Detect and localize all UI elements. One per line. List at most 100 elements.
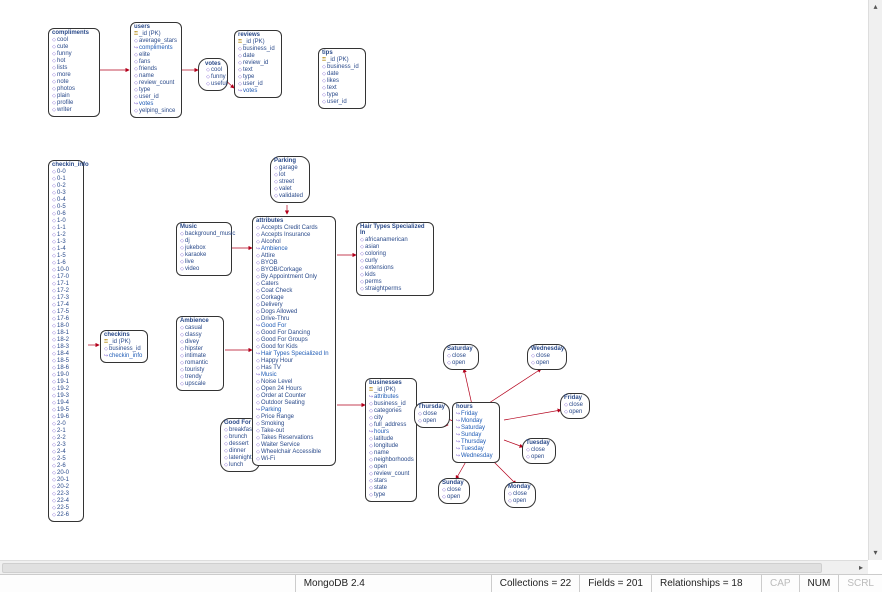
field-row[interactable]: ◇text bbox=[321, 85, 363, 92]
field-row[interactable]: ◇18-4 bbox=[51, 351, 81, 358]
entity-compliments[interactable]: compliments ◇cool◇cute◇funny◇hot◇lists◇m… bbox=[48, 28, 100, 117]
field-row[interactable]: ◇20-1 bbox=[51, 477, 81, 484]
field-row[interactable]: ◇open bbox=[368, 464, 414, 471]
field-row[interactable]: ◇19-1 bbox=[51, 379, 81, 386]
field-row[interactable]: ◇karaoke bbox=[179, 252, 229, 259]
field-row[interactable]: ◇Takes Reservations bbox=[255, 435, 333, 442]
field-row[interactable]: ◇photos bbox=[51, 86, 97, 93]
vertical-scrollbar[interactable]: ▴ ▾ bbox=[868, 0, 882, 560]
scroll-up-icon[interactable]: ▴ bbox=[869, 0, 882, 14]
field-row[interactable]: ↪attributes bbox=[368, 394, 414, 401]
field-row[interactable]: ◇straightperms bbox=[359, 286, 431, 293]
field-row[interactable]: ◇Good For Dancing bbox=[255, 330, 333, 337]
field-row[interactable]: ◇Dogs Allowed bbox=[255, 309, 333, 316]
field-row[interactable]: ↪Hair Types Specialized In bbox=[255, 351, 333, 358]
field-row[interactable]: ◇17-1 bbox=[51, 281, 81, 288]
field-row[interactable]: ↪Good For bbox=[255, 323, 333, 330]
field-row[interactable]: ◇hipster bbox=[179, 346, 221, 353]
field-row[interactable]: ◇1-2 bbox=[51, 232, 81, 239]
field-row[interactable]: ◇Alcohol bbox=[255, 239, 333, 246]
field-row[interactable]: ◇19-0 bbox=[51, 372, 81, 379]
field-row[interactable]: ◇2-5 bbox=[51, 456, 81, 463]
field-row[interactable]: ◇open bbox=[441, 494, 467, 501]
field-row[interactable]: ◇valet bbox=[273, 186, 307, 193]
field-row[interactable]: ◇live bbox=[179, 259, 229, 266]
field-row[interactable]: ↪Music bbox=[255, 372, 333, 379]
entity-tuesday[interactable]: Tuesday ◇close◇open bbox=[522, 438, 556, 464]
field-row[interactable]: ◇fans bbox=[133, 59, 179, 66]
field-row[interactable]: ◇Delivery bbox=[255, 302, 333, 309]
field-row[interactable]: ◇divey bbox=[179, 339, 221, 346]
field-row[interactable]: ◇Open 24 Hours bbox=[255, 386, 333, 393]
field-row[interactable]: ↪votes bbox=[237, 88, 279, 95]
field-row[interactable]: ◇0-2 bbox=[51, 183, 81, 190]
field-row[interactable]: ⚿_id (PK) bbox=[321, 57, 363, 64]
horizontal-scrollbar[interactable]: ▸ bbox=[0, 560, 868, 574]
field-row[interactable]: ◇background_music bbox=[179, 231, 229, 238]
field-row[interactable]: ◇22-6 bbox=[51, 512, 81, 519]
field-row[interactable]: ◇1-5 bbox=[51, 253, 81, 260]
field-row[interactable]: ◇business_id bbox=[321, 64, 363, 71]
field-row[interactable]: ◇trendy bbox=[179, 374, 221, 381]
field-row[interactable]: ◇17-2 bbox=[51, 288, 81, 295]
field-row[interactable]: ◇17-3 bbox=[51, 295, 81, 302]
field-row[interactable]: ◇18-0 bbox=[51, 323, 81, 330]
field-row[interactable]: ◇longitude bbox=[368, 443, 414, 450]
entity-saturday[interactable]: Saturday ◇close◇open bbox=[443, 344, 479, 370]
field-row[interactable]: ◇review_count bbox=[133, 80, 179, 87]
field-row[interactable]: ◇friends bbox=[133, 66, 179, 73]
field-row[interactable]: ◇stars bbox=[368, 478, 414, 485]
field-row[interactable]: ◇close bbox=[507, 491, 533, 498]
field-row[interactable]: ◇Outdoor Seating bbox=[255, 400, 333, 407]
entity-monday[interactable]: Monday ◇close◇open bbox=[504, 482, 536, 508]
field-row[interactable]: ◇user_id bbox=[237, 81, 279, 88]
field-row[interactable]: ◇open bbox=[417, 418, 447, 425]
field-row[interactable]: ↪checkin_info bbox=[103, 353, 145, 360]
field-row[interactable]: ◇22-4 bbox=[51, 498, 81, 505]
field-row[interactable]: ◇useful bbox=[205, 81, 221, 88]
field-row[interactable]: ◇Accepts Insurance bbox=[255, 232, 333, 239]
field-row[interactable]: ◇18-3 bbox=[51, 344, 81, 351]
entity-businesses[interactable]: businesses ⚿_id (PK)↪attributes◇business… bbox=[365, 378, 417, 502]
field-row[interactable]: ◇20-0 bbox=[51, 470, 81, 477]
field-row[interactable]: ◇latitude bbox=[368, 436, 414, 443]
field-row[interactable]: ◇19-2 bbox=[51, 386, 81, 393]
field-row[interactable]: ◇Waiter Service bbox=[255, 442, 333, 449]
field-row[interactable]: ◇0-3 bbox=[51, 190, 81, 197]
field-row[interactable]: ↪Thursday bbox=[455, 439, 497, 446]
entity-attributes[interactable]: attributes ◇Accepts Credit Cards◇Accepts… bbox=[252, 216, 336, 466]
field-row[interactable]: ◇22-5 bbox=[51, 505, 81, 512]
field-row[interactable]: ◇BYOB bbox=[255, 260, 333, 267]
field-row[interactable]: ◇text bbox=[237, 67, 279, 74]
field-row[interactable]: ↪Saturday bbox=[455, 425, 497, 432]
entity-checkins[interactable]: checkins ⚿_id (PK)◇business_id↪checkin_i… bbox=[100, 330, 148, 363]
field-row[interactable]: ◇Good For Groups bbox=[255, 337, 333, 344]
field-row[interactable]: ◇kids bbox=[359, 272, 431, 279]
scroll-thumb[interactable] bbox=[2, 563, 822, 573]
field-row[interactable]: ◇close bbox=[525, 447, 553, 454]
field-row[interactable]: ↪votes bbox=[133, 101, 179, 108]
field-row[interactable]: ◇funny bbox=[205, 74, 221, 81]
field-row[interactable]: ◇19-4 bbox=[51, 400, 81, 407]
field-row[interactable]: ◇profile bbox=[51, 100, 97, 107]
field-row[interactable]: ↪Sunday bbox=[455, 432, 497, 439]
field-row[interactable]: ◇17-4 bbox=[51, 302, 81, 309]
field-row[interactable]: ◇20-2 bbox=[51, 484, 81, 491]
field-row[interactable]: ◇open bbox=[563, 409, 587, 416]
entity-wednesday[interactable]: Wednesday ◇close◇open bbox=[527, 344, 567, 370]
field-row[interactable]: ◇type bbox=[237, 74, 279, 81]
field-row[interactable]: ◇open bbox=[507, 498, 533, 505]
field-row[interactable]: ◇date bbox=[321, 71, 363, 78]
field-row[interactable]: ↪Friday bbox=[455, 411, 497, 418]
field-row[interactable]: ◇cool bbox=[51, 37, 97, 44]
field-row[interactable]: ◇open bbox=[525, 454, 553, 461]
field-row[interactable]: ◇0-5 bbox=[51, 204, 81, 211]
field-row[interactable]: ◇1-0 bbox=[51, 218, 81, 225]
field-row[interactable]: ◇1-1 bbox=[51, 225, 81, 232]
field-row[interactable]: ◇asian bbox=[359, 244, 431, 251]
field-row[interactable]: ◇18-5 bbox=[51, 358, 81, 365]
field-row[interactable]: ◇By Appointment Only bbox=[255, 274, 333, 281]
field-row[interactable]: ◇Coat Check bbox=[255, 288, 333, 295]
entity-hours[interactable]: hours ↪Friday↪Monday↪Saturday↪Sunday↪Thu… bbox=[452, 402, 500, 463]
field-row[interactable]: ◇Has TV bbox=[255, 365, 333, 372]
